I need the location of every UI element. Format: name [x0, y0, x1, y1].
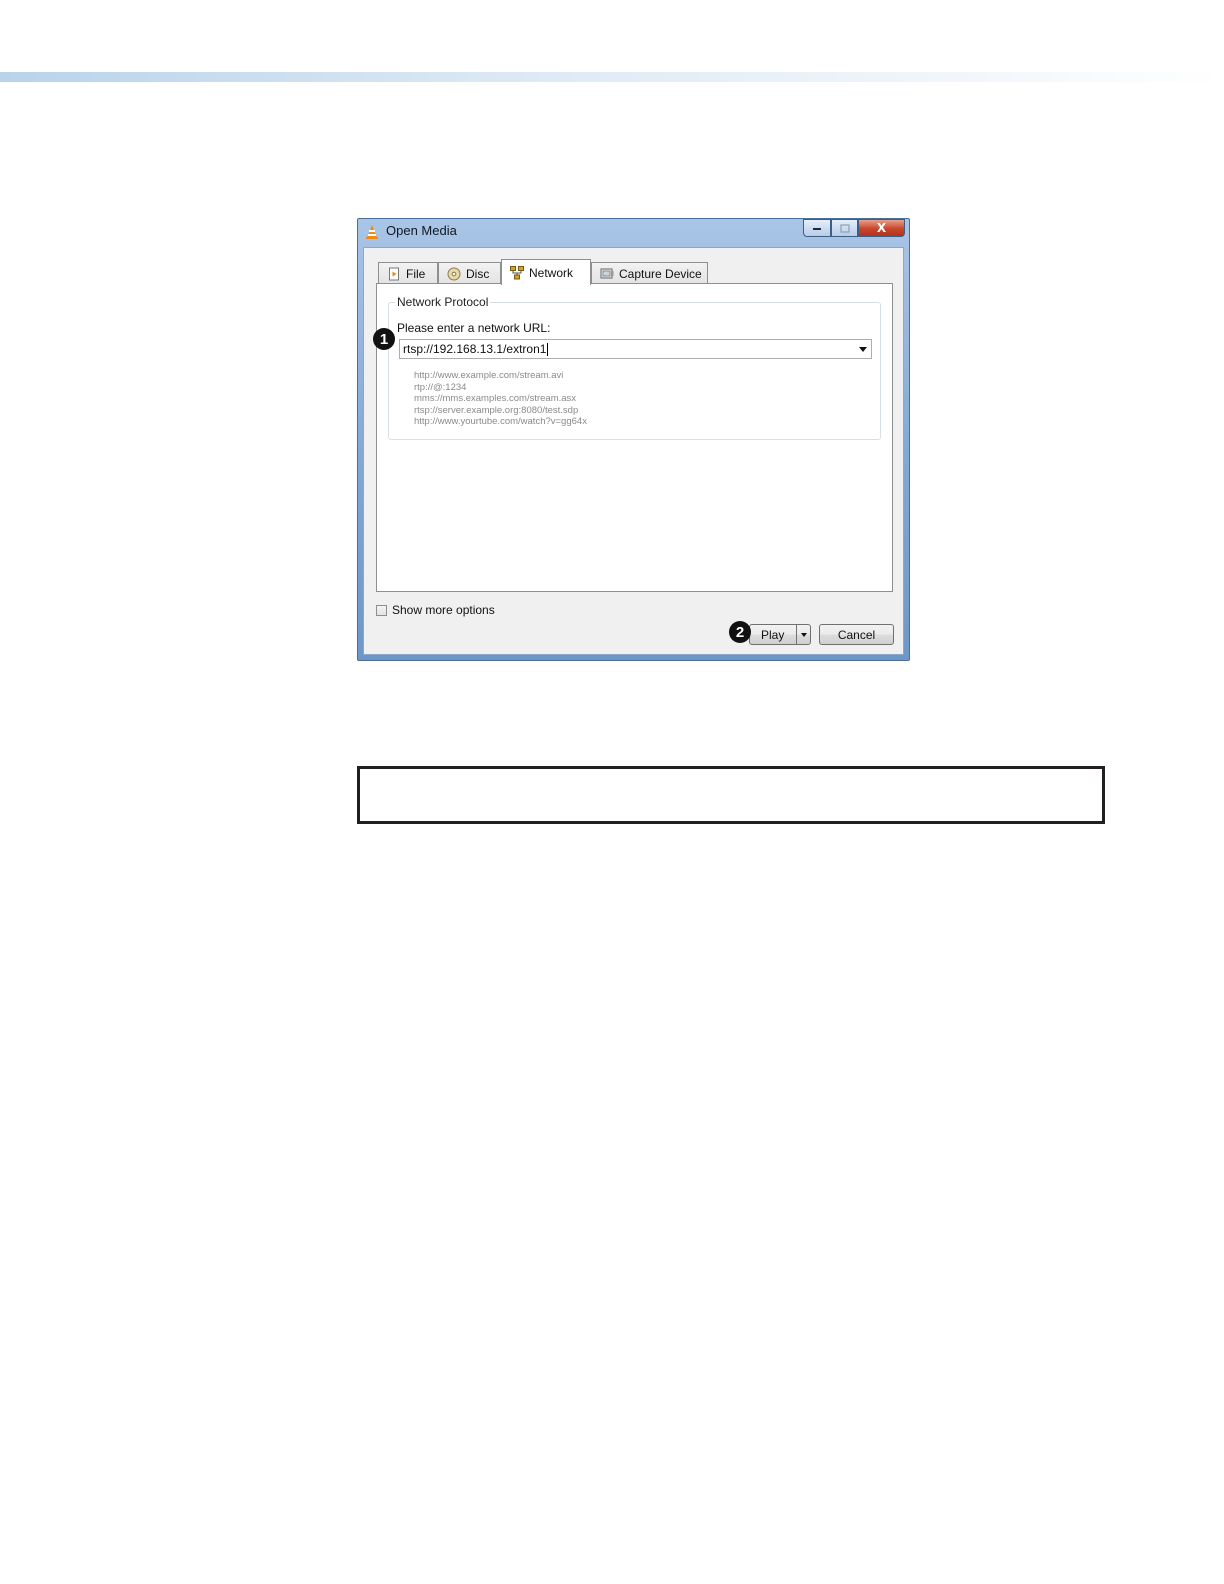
- tab-capture-device-label: Capture Device: [619, 266, 702, 281]
- vlc-cone-icon: [366, 225, 378, 239]
- network-panel: Network Protocol Please enter a network …: [376, 283, 893, 592]
- close-button[interactable]: X: [858, 219, 905, 237]
- title-bar[interactable]: Open Media X: [358, 219, 909, 245]
- example-url: http://www.yourtube.com/watch?v=gg64x: [414, 416, 587, 427]
- capture-device-icon: [600, 268, 614, 278]
- tab-disc[interactable]: Disc: [438, 262, 501, 284]
- play-button[interactable]: Play: [749, 624, 811, 645]
- example-url: rtsp://server.example.org:8080/test.sdp: [414, 404, 579, 416]
- show-more-options-label: Show more options: [392, 603, 495, 617]
- window-controls: X: [803, 219, 905, 238]
- minimize-button[interactable]: [803, 219, 831, 237]
- url-examples: http://www.example.com/stream.avi rtp://…: [414, 370, 587, 428]
- tab-network-label: Network: [529, 265, 574, 280]
- callout-badge-2: 2: [729, 621, 751, 643]
- group-title: Network Protocol: [395, 295, 491, 309]
- callout-badge-1: 1: [373, 328, 395, 350]
- note-box: [357, 766, 1105, 824]
- example-url: http://www.example.com/stream.avi: [414, 370, 564, 381]
- disc-icon: [447, 267, 461, 280]
- show-more-options[interactable]: Show more options: [376, 603, 495, 617]
- tab-network[interactable]: Network: [501, 259, 591, 285]
- example-url: mms://mms.examples.com/stream.asx: [414, 393, 577, 404]
- file-icon: [389, 267, 399, 280]
- cancel-button-label: Cancel: [837, 627, 876, 642]
- dialog-body: File Disc Network Capture Device Network…: [363, 247, 904, 655]
- cancel-button[interactable]: Cancel: [819, 624, 894, 645]
- network-icon: [510, 265, 524, 279]
- chevron-down-icon: [800, 632, 807, 637]
- url-label: Please enter a network URL:: [397, 321, 551, 335]
- network-protocol-group: Network Protocol Please enter a network …: [388, 295, 881, 440]
- tab-file-label: File: [406, 266, 426, 281]
- example-url: rtp://@:1234: [414, 381, 467, 393]
- maximize-button[interactable]: [831, 219, 858, 237]
- play-options-dropdown[interactable]: [796, 625, 810, 644]
- header-band: [0, 72, 1224, 82]
- url-value-text: rtsp://192.168.13.1/extron1: [403, 342, 547, 356]
- text-caret: [547, 343, 549, 357]
- tab-file[interactable]: File: [378, 262, 438, 284]
- open-media-window: Open Media X File Disc Network Capture D…: [357, 218, 910, 661]
- tab-capture-device[interactable]: Capture Device: [591, 262, 708, 284]
- maximize-icon: [839, 223, 850, 233]
- network-url-combobox[interactable]: rtsp://192.168.13.1/extron1: [399, 339, 872, 359]
- network-url-input[interactable]: rtsp://192.168.13.1/extron1: [403, 342, 549, 357]
- dropdown-arrow-icon[interactable]: [859, 347, 867, 352]
- tab-disc-label: Disc: [466, 266, 490, 281]
- window-title: Open Media: [386, 223, 457, 238]
- minimize-icon: [813, 228, 821, 230]
- play-button-label: Play: [761, 627, 785, 642]
- close-icon: X: [876, 221, 887, 235]
- show-more-options-checkbox[interactable]: [376, 604, 387, 616]
